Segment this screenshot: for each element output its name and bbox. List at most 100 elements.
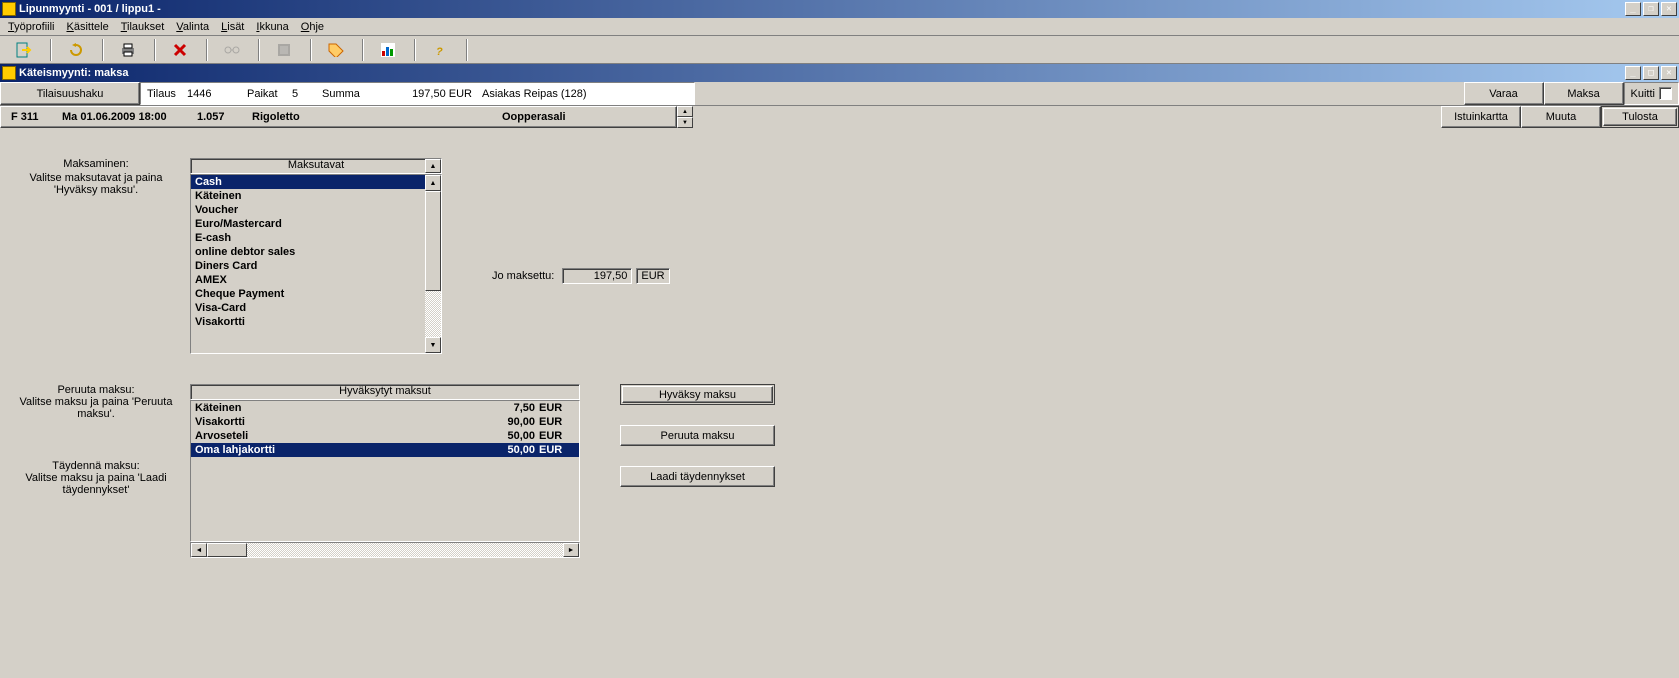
summa-label: Summa — [322, 88, 372, 100]
payment-methods-scrollbar[interactable]: ▲ ▼ — [425, 175, 441, 353]
hscroll-thumb[interactable] — [207, 543, 247, 557]
payment-methods-dropdown-icon[interactable]: ▲ — [425, 159, 441, 173]
menubar: Työprofiili Käsittele Tilaukset Valinta … — [0, 18, 1679, 36]
scroll-down-icon[interactable]: ▼ — [425, 337, 441, 353]
maksa-button[interactable]: Maksa — [1544, 82, 1624, 105]
order-info-box: Tilaus 1446 Paikat 5 Summa 197,50 EUR As… — [140, 82, 695, 105]
close-button[interactable]: ✕ — [1661, 2, 1677, 16]
maksaminen-help: Valitse maksutavat ja paina 'Hyväksy mak… — [10, 172, 182, 196]
window-controls: _ ❐ ✕ — [1623, 2, 1677, 16]
menu-tyoprofiili[interactable]: Työprofiili — [2, 19, 60, 35]
accepted-payments-listbox-wrap: Hyväksytyt maksut Käteinen7,50EURVisakor… — [190, 384, 580, 558]
menu-ikkuna[interactable]: Ikkuna — [250, 19, 294, 35]
event-code: F 311 — [7, 111, 62, 123]
toolbar: ? — [0, 36, 1679, 64]
payment-name: Visakortti — [195, 416, 455, 428]
help-icon[interactable]: ? — [420, 38, 460, 62]
inner-window-icon — [2, 66, 16, 80]
summa-value: 197,50 EUR — [372, 88, 472, 100]
exit-icon[interactable] — [4, 38, 44, 62]
accepted-payments-hscrollbar[interactable]: ◄ ► — [190, 542, 580, 558]
accept-payment-button[interactable]: Hyväksy maksu — [622, 386, 773, 403]
scroll-thumb[interactable] — [425, 191, 441, 291]
inner-maximize-button[interactable]: □ — [1643, 66, 1659, 80]
accepted-payment-row[interactable]: Käteinen7,50EUR — [191, 401, 579, 415]
muuta-button[interactable]: Muuta — [1521, 106, 1601, 128]
payment-unit: EUR — [535, 416, 575, 428]
payment-method-labels: Maksaminen: Valitse maksutavat ja paina … — [10, 158, 190, 354]
payment-unit: EUR — [535, 444, 575, 456]
print-icon[interactable] — [108, 38, 148, 62]
app-titlebar: Lipunmyynti - 001 / lippu1 - _ ❐ ✕ — [0, 0, 1679, 18]
payment-name: Oma lahjakortti — [195, 444, 455, 456]
payment-method-item[interactable]: Euro/Mastercard — [191, 217, 425, 231]
hscroll-track[interactable] — [247, 543, 563, 557]
accepted-payment-row[interactable]: Arvoseteli50,00EUR — [191, 429, 579, 443]
minimize-button[interactable]: _ — [1625, 2, 1641, 16]
inner-close-button[interactable]: ✕ — [1661, 66, 1677, 80]
kuitti-checkbox[interactable] — [1659, 87, 1672, 100]
payment-amount: 50,00 — [455, 444, 535, 456]
paikat-label: Paikat — [247, 88, 292, 100]
payment-method-item[interactable]: Visakortti — [191, 315, 425, 329]
scroll-track[interactable] — [425, 291, 441, 337]
payment-methods-listbox[interactable]: CashKäteinenVoucherEuro/MastercardE-cash… — [190, 174, 442, 354]
event-spinner: ▲ ▼ — [677, 106, 693, 128]
delete-icon[interactable] — [160, 38, 200, 62]
event-info-bar[interactable]: F 311 Ma 01.06.2009 18:00 1.057 Rigolett… — [0, 106, 677, 128]
inner-title: Käteismyynti: maksa — [19, 67, 1623, 79]
menu-valinta[interactable]: Valinta — [170, 19, 215, 35]
inner-titlebar: Käteismyynti: maksa _ □ ✕ — [0, 64, 1679, 82]
event-num: 1.057 — [197, 111, 252, 123]
menu-lisat[interactable]: Lisät — [215, 19, 250, 35]
inner-minimize-button[interactable]: _ — [1625, 66, 1641, 80]
scroll-up-icon[interactable]: ▲ — [425, 175, 441, 191]
chart-icon[interactable] — [368, 38, 408, 62]
asiakas-value: Asiakas Reipas (128) — [472, 88, 587, 100]
payment-method-item[interactable]: Diners Card — [191, 259, 425, 273]
accept-payment-button-wrap: Hyväksy maksu — [620, 384, 775, 405]
payment-method-item[interactable]: Käteinen — [191, 189, 425, 203]
cancel-payment-button[interactable]: Peruuta maksu — [620, 425, 775, 446]
event-date: Ma 01.06.2009 18:00 — [62, 111, 197, 123]
accepted-payment-row[interactable]: Visakortti90,00EUR — [191, 415, 579, 429]
menu-kasittele[interactable]: Käsittele — [60, 19, 114, 35]
tulosta-button-wrap: Tulosta — [1601, 106, 1679, 128]
paid-amount-section: Jo maksettu: 197,50 EUR — [442, 158, 670, 354]
tag-icon[interactable] — [316, 38, 356, 62]
payment-method-item[interactable]: Visa-Card — [191, 301, 425, 315]
refresh-icon[interactable] — [56, 38, 96, 62]
istuinkartta-button[interactable]: Istuinkartta — [1441, 106, 1521, 128]
maksaminen-title: Maksaminen: — [10, 158, 182, 170]
paid-value: 197,50 — [562, 268, 632, 284]
search-icon[interactable] — [212, 38, 252, 62]
peruuta-title: Peruuta maksu: — [10, 384, 182, 396]
menu-tilaukset[interactable]: Tilaukset — [115, 19, 171, 35]
payment-methods-header: Maksutavat ▲ — [190, 158, 442, 174]
payment-method-item[interactable]: Voucher — [191, 203, 425, 217]
grid-icon[interactable] — [264, 38, 304, 62]
event-spin-up[interactable]: ▲ — [677, 106, 693, 117]
menu-ohje[interactable]: Ohje — [295, 19, 330, 35]
payment-method-item[interactable]: Cheque Payment — [191, 287, 425, 301]
hscroll-left-icon[interactable]: ◄ — [191, 543, 207, 557]
kuitti-label: Kuitti — [1631, 88, 1655, 100]
payment-method-item[interactable]: AMEX — [191, 273, 425, 287]
accepted-payments-header: Hyväksytyt maksut — [190, 384, 580, 400]
complete-payment-button[interactable]: Laadi täydennykset — [620, 466, 775, 487]
hscroll-right-icon[interactable]: ► — [563, 543, 579, 557]
event-spin-down[interactable]: ▼ — [677, 117, 693, 128]
accepted-payments-listbox[interactable]: Käteinen7,50EURVisakortti90,00EURArvoset… — [190, 400, 580, 542]
payment-method-item[interactable]: Cash — [191, 175, 425, 189]
varaa-button[interactable]: Varaa — [1464, 82, 1544, 105]
event-search-button[interactable]: Tilaisuushaku — [0, 82, 140, 105]
svg-text:?: ? — [436, 46, 443, 57]
payment-amount: 90,00 — [455, 416, 535, 428]
maximize-button[interactable]: ❐ — [1643, 2, 1659, 16]
event-info-row: F 311 Ma 01.06.2009 18:00 1.057 Rigolett… — [0, 106, 1679, 128]
accepted-payment-row[interactable]: Oma lahjakortti50,00EUR — [191, 443, 579, 457]
inner-window: Käteismyynti: maksa _ □ ✕ Tilaisuushaku … — [0, 64, 1679, 568]
payment-method-item[interactable]: online debtor sales — [191, 245, 425, 259]
payment-method-item[interactable]: E-cash — [191, 231, 425, 245]
tulosta-button[interactable]: Tulosta — [1603, 108, 1677, 126]
